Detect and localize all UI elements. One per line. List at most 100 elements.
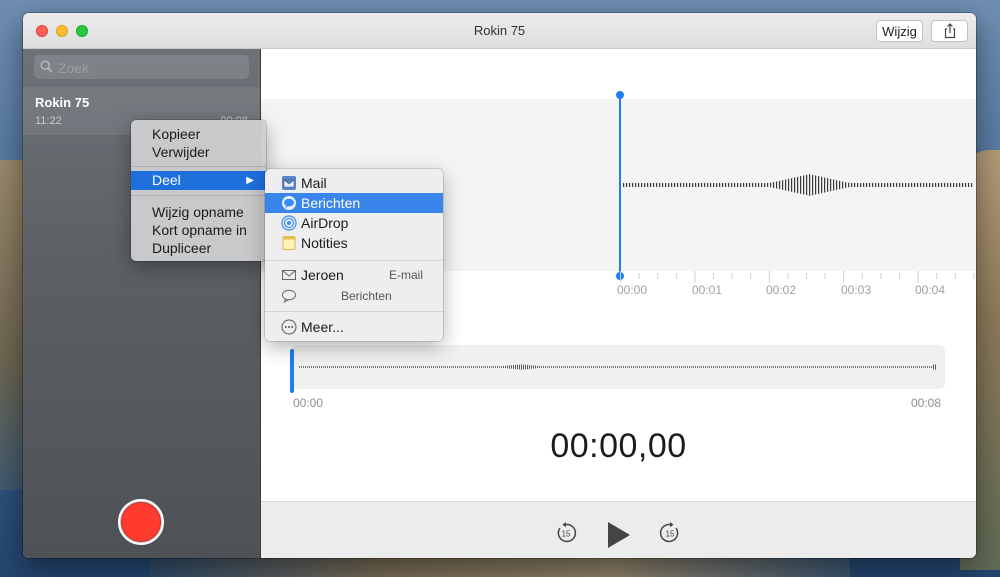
overview-sample	[837, 366, 838, 368]
menu-item-delete[interactable]: Verwijder	[131, 143, 266, 161]
waveform-sample	[932, 183, 934, 187]
waveform-sample	[650, 183, 652, 187]
overview-sample	[787, 366, 788, 368]
overview-sample	[853, 366, 854, 368]
menu-item-duplicate[interactable]: Dupliceer	[131, 239, 266, 257]
playhead[interactable]	[619, 95, 621, 277]
overview-sample	[585, 366, 586, 368]
waveform-sample	[641, 183, 643, 187]
overview-sample	[633, 366, 634, 368]
overview-sample	[873, 366, 874, 368]
overview-playhead[interactable]	[290, 349, 294, 393]
overview-sample	[503, 366, 504, 368]
waveform-sample	[956, 183, 958, 187]
overview-sample	[469, 366, 470, 368]
ruler-tick	[787, 273, 789, 279]
skip-back-15-button[interactable]: 15	[555, 522, 577, 544]
overview-sample	[575, 366, 576, 368]
overview-sample	[323, 366, 324, 368]
overview-sample	[329, 366, 330, 368]
overview-sample	[317, 366, 318, 368]
share-messages[interactable]: Berichten	[265, 193, 443, 213]
overview-sample	[639, 366, 640, 368]
contact-name: Jeroen	[301, 267, 344, 283]
overview-sample	[467, 366, 468, 368]
waveform-sample	[926, 183, 928, 187]
waveform-sample	[635, 183, 637, 187]
tick-label: 00:02	[766, 283, 797, 297]
overview-sample	[443, 366, 444, 368]
edit-button[interactable]: Wijzig	[876, 20, 923, 42]
share-button[interactable]	[931, 20, 968, 42]
search-icon	[40, 60, 53, 73]
menu-item-trim-recording[interactable]: Kort opname in	[131, 221, 266, 239]
overview-sample	[589, 366, 590, 368]
overview-sample	[455, 366, 456, 368]
ruler-tick	[973, 273, 975, 279]
overview-start-time: 00:00	[293, 396, 324, 410]
overview-sample	[605, 366, 606, 368]
share-mail[interactable]: Mail	[265, 173, 443, 193]
playhead-top-handle[interactable]	[616, 91, 624, 99]
overview-sample	[321, 366, 322, 368]
skip-forward-15-button[interactable]: 15	[659, 522, 681, 544]
current-time-display: 00:00,00	[550, 427, 687, 465]
overview-sample	[769, 366, 770, 368]
overview-sample	[565, 366, 566, 368]
record-button[interactable]	[118, 499, 164, 545]
overview-sample	[701, 366, 702, 368]
waveform-sample	[782, 180, 784, 190]
waveform-sample	[881, 183, 883, 187]
waveform-sample	[662, 183, 664, 187]
overview-sample	[545, 366, 546, 368]
overview-sample	[875, 366, 876, 368]
overview-sample	[401, 366, 402, 368]
overview-sample	[773, 366, 774, 368]
waveform-sample	[749, 183, 751, 187]
overview-sample	[831, 366, 832, 368]
overview-sample	[551, 366, 552, 368]
play-button[interactable]	[606, 521, 632, 549]
overview-sample	[933, 364, 934, 370]
waveform-sample	[683, 183, 685, 187]
ruler-tick	[657, 273, 659, 279]
share-notes[interactable]: Notities	[265, 233, 443, 253]
share-more[interactable]: Meer...	[265, 317, 443, 337]
overview-sample	[917, 366, 918, 368]
overview-sample	[483, 366, 484, 368]
menu-item-share[interactable]: Deel ▶	[131, 171, 266, 190]
waveform-sample	[638, 183, 640, 187]
share-mail-label: Mail	[301, 175, 327, 191]
overview-sample	[437, 366, 438, 368]
waveform-sample	[857, 183, 859, 187]
overview-sample	[641, 366, 642, 368]
overview-sample	[479, 366, 480, 368]
waveform-sample	[875, 183, 877, 187]
ruler-tick	[694, 271, 696, 283]
overview-sample	[599, 366, 600, 368]
overview-sample	[871, 366, 872, 368]
overview-sample	[485, 366, 486, 368]
share-contact-messages[interactable]: Berichten	[265, 286, 443, 306]
overview-sample	[849, 366, 850, 368]
overview-waveform[interactable]	[291, 345, 945, 389]
waveform-sample	[731, 183, 733, 187]
overview-sample	[553, 366, 554, 368]
menu-item-copy[interactable]: Kopieer	[131, 125, 266, 143]
overview-sample	[509, 365, 510, 369]
menu-item-edit-recording[interactable]: Wijzig opname	[131, 203, 266, 221]
share-icon	[944, 23, 955, 39]
overview-sample	[863, 366, 864, 368]
share-contact-jeroen[interactable]: Jeroen E-mail	[265, 265, 443, 285]
overview-sample	[521, 364, 522, 370]
overview-sample	[373, 366, 374, 368]
overview-sample	[711, 366, 712, 368]
search-input[interactable]	[56, 57, 245, 79]
waveform-sample	[818, 176, 820, 194]
share-airdrop[interactable]: AirDrop	[265, 213, 443, 233]
overview-sample	[549, 366, 550, 368]
overview-sample	[737, 366, 738, 368]
overview-sample	[707, 366, 708, 368]
search-field[interactable]	[34, 55, 249, 79]
waveform-sample	[815, 175, 817, 195]
